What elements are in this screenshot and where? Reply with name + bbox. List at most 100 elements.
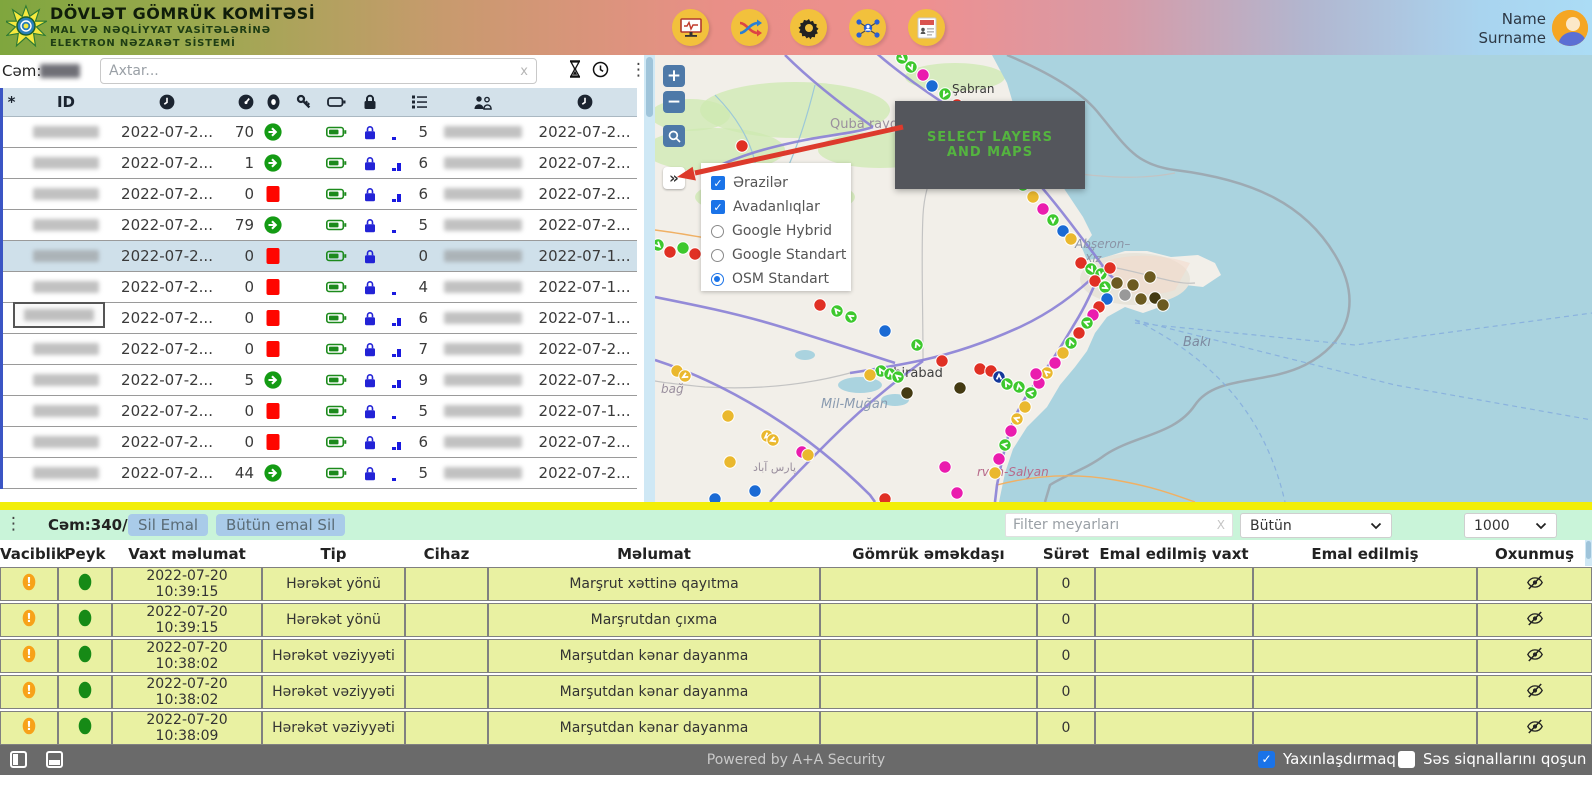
map-marker[interactable] <box>1000 377 1014 391</box>
search-clear-icon[interactable]: x <box>520 64 528 79</box>
unread-icon[interactable] <box>1477 603 1592 637</box>
shuffle-icon[interactable] <box>731 9 768 46</box>
map-marker[interactable] <box>938 87 952 101</box>
map-marker[interactable] <box>1026 190 1040 204</box>
events-scrollbar[interactable] <box>1585 540 1592 566</box>
column-header-id[interactable]: ID <box>20 88 112 116</box>
delete-processed-button[interactable]: Sil Emal <box>128 514 209 536</box>
map-marker[interactable] <box>748 484 762 498</box>
map-marker[interactable] <box>678 369 692 383</box>
map-marker[interactable] <box>925 79 939 93</box>
monitor-icon[interactable] <box>672 9 709 46</box>
map-marker[interactable] <box>1012 380 1026 394</box>
map-marker[interactable] <box>1118 288 1132 302</box>
events-column-emal-edilmiş-vaxt[interactable]: Emal edilmiş vaxt <box>1095 542 1253 565</box>
map-marker[interactable] <box>1010 412 1024 426</box>
map-marker[interactable] <box>1110 276 1124 290</box>
events-column-emal-edilmiş[interactable]: Emal edilmiş <box>1253 542 1477 565</box>
map-marker[interactable] <box>1080 316 1094 330</box>
events-column-sürət[interactable]: Sürət <box>1037 542 1095 565</box>
column-header-speed[interactable] <box>222 88 256 116</box>
delete-all-processed-button[interactable]: Bütün emal Sil <box>216 514 346 536</box>
avatar[interactable] <box>1552 10 1588 46</box>
table-row[interactable]: 2022-07-2... 1 6 2022-07-2... <box>3 148 637 179</box>
checkbox-checked-icon[interactable]: ✓ <box>711 200 725 214</box>
search-input[interactable] <box>109 63 521 79</box>
column-header-star[interactable]: * <box>3 88 20 116</box>
map-marker[interactable] <box>878 324 892 338</box>
settings-icon[interactable] <box>790 9 827 46</box>
map-marker[interactable] <box>863 368 877 382</box>
table-row[interactable]: 2022-07-2... 5 9 2022-07-2... <box>3 365 637 396</box>
map-marker[interactable] <box>1098 280 1112 294</box>
unread-icon[interactable] <box>1477 639 1592 673</box>
column-header-lock[interactable] <box>354 88 386 116</box>
map-marker[interactable] <box>910 338 924 352</box>
layer-option-google-hybrid[interactable]: Google Hybrid <box>711 219 851 243</box>
zoom-to-checkbox[interactable]: ✓ Yaxınlaşdırmaq <box>1258 750 1396 768</box>
map-marker[interactable] <box>723 455 737 469</box>
map-marker[interactable] <box>721 409 735 423</box>
map-marker[interactable] <box>801 448 815 462</box>
map-marker[interactable] <box>1056 346 1070 360</box>
layer-option-osm-standart[interactable]: OSM Standart <box>711 267 851 291</box>
map-marker[interactable] <box>1024 386 1038 400</box>
map-marker[interactable] <box>1103 261 1117 275</box>
map-marker[interactable] <box>1143 270 1157 284</box>
column-header-satellites[interactable] <box>386 88 434 116</box>
map-marker[interactable] <box>844 310 858 324</box>
events-column-vaxt-məlumat[interactable]: Vaxt məlumat <box>112 542 262 565</box>
column-header-battery[interactable] <box>318 88 354 116</box>
table-row[interactable]: 2022-07-2... 70 5 2022-07-2... <box>3 117 637 148</box>
map-marker[interactable] <box>830 304 844 318</box>
vehicle-scrollbar[interactable] <box>644 55 655 502</box>
map-zoom-out-button[interactable]: − <box>663 91 685 113</box>
events-column-gömrük-əməkdaşı[interactable]: Gömrük əməkdaşı <box>820 542 1037 565</box>
table-row[interactable]: 2022-07-2... 44 5 2022-07-2... <box>3 458 637 489</box>
map-marker[interactable] <box>891 370 905 384</box>
column-header-operator[interactable] <box>434 88 532 116</box>
map-marker[interactable] <box>676 241 690 255</box>
checkbox-checked-icon[interactable]: ✓ <box>711 176 725 190</box>
hourglass-icon[interactable] <box>568 60 582 82</box>
map-marker[interactable] <box>900 386 914 400</box>
map-marker[interactable] <box>998 438 1012 452</box>
radio-icon[interactable] <box>711 248 724 262</box>
events-column-peyk[interactable]: Peyk <box>58 542 112 565</box>
map-marker[interactable] <box>1156 298 1170 312</box>
unread-icon[interactable] <box>1477 567 1592 601</box>
table-row[interactable]: 2022-07-2... 0 6 2022-07-2... <box>3 179 637 210</box>
map-marker[interactable] <box>1040 366 1054 380</box>
layer-option-google-standart[interactable]: Google Standart <box>711 243 851 267</box>
layer-option-avadanlıqlar[interactable]: ✓ Avadanlıqlar <box>711 195 851 219</box>
map-marker[interactable] <box>1134 292 1148 306</box>
map-marker[interactable] <box>1072 326 1086 340</box>
map-marker[interactable] <box>1046 213 1060 227</box>
filter-input[interactable] <box>1013 517 1217 533</box>
map-marker[interactable] <box>708 492 722 502</box>
map-marker[interactable] <box>1064 336 1078 350</box>
layer-panel-expander-button[interactable]: » <box>663 167 685 189</box>
history-clock-icon[interactable] <box>592 61 609 82</box>
map-marker[interactable] <box>688 247 702 261</box>
events-column-tip[interactable]: Tip <box>262 542 405 565</box>
event-row[interactable]: ! 2022-07-20 10:38:02 Hərəkət vəziyyəti Mar… <box>0 675 1592 709</box>
events-column-cihaz[interactable]: Cihaz <box>405 542 488 565</box>
map-panel[interactable]: Quba rayonu Şabran Abşeron– Xız Bakı Sabiraba… <box>655 55 1592 502</box>
divider-bar[interactable] <box>0 502 1592 510</box>
events-menu-dots-icon[interactable]: ⋮ <box>5 516 22 533</box>
map-marker[interactable] <box>1048 356 1062 370</box>
map-marker[interactable] <box>1036 202 1050 216</box>
map-marker[interactable] <box>813 298 827 312</box>
unread-icon[interactable] <box>1477 675 1592 709</box>
events-column-oxunmuş[interactable]: Oxunmuş <box>1477 542 1592 565</box>
sound-signals-checkbox[interactable]: Səs siqnallarını qoşun <box>1398 750 1586 768</box>
map-marker[interactable] <box>953 381 967 395</box>
table-row[interactable]: 2022-07-2... 0 7 2022-07-2... <box>3 334 637 365</box>
events-column-vaciblik[interactable]: Vaciblik <box>0 542 66 565</box>
idcard-icon[interactable] <box>908 9 945 46</box>
filter-clear-icon[interactable]: X <box>1217 518 1225 532</box>
map-marker[interactable] <box>935 354 949 368</box>
map-marker[interactable] <box>735 139 749 153</box>
network-icon[interactable] <box>849 9 886 46</box>
